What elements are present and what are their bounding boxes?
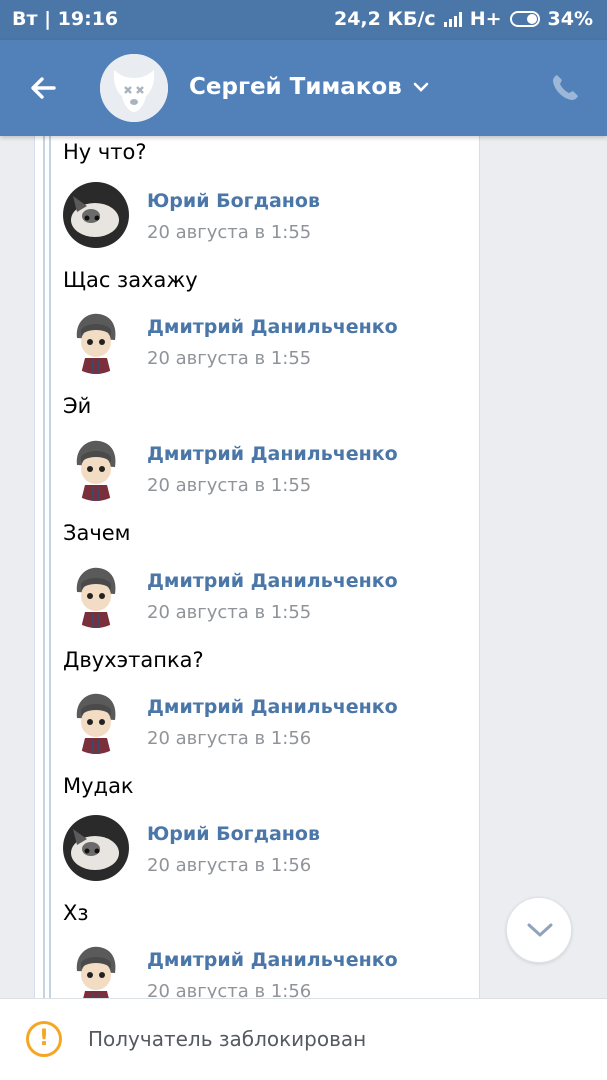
message-date: 20 августа в 1:56 bbox=[147, 981, 312, 998]
message-text: Хз bbox=[63, 901, 89, 925]
message-text: Ну что? bbox=[63, 140, 147, 164]
message-date: 20 августа в 1:55 bbox=[147, 222, 312, 243]
author-name[interactable]: Дмитрий Данильченко bbox=[147, 443, 398, 465]
message-author-row[interactable]: Дмитрий Данильченко 20 августа в 1:55 bbox=[63, 562, 443, 632]
chat-title: Сергей Тимаков bbox=[189, 74, 402, 100]
message-author-row[interactable]: Дмитрий Данильченко 20 августа в 1:56 bbox=[63, 941, 443, 998]
author-name[interactable]: Юрий Богданов bbox=[147, 823, 320, 845]
blocked-bar: ! Получатель заблокирован bbox=[0, 998, 607, 1080]
status-bar: Вт | 19:16 24,2 КБ/с H+ 34% bbox=[0, 0, 607, 40]
author-avatar-anime[interactable] bbox=[63, 308, 129, 374]
chat-title-group[interactable]: Сергей Тимаков bbox=[189, 74, 430, 100]
message-author-row[interactable]: Дмитрий Данильченко 20 августа в 1:55 bbox=[63, 435, 443, 505]
author-avatar-anime[interactable] bbox=[63, 688, 129, 754]
message-text: Щас захажу bbox=[63, 268, 198, 292]
author-avatar-anime[interactable] bbox=[63, 941, 129, 998]
chat-header: Сергей Тимаков bbox=[0, 40, 607, 136]
chevron-down-icon bbox=[527, 923, 553, 937]
message-text: Мудак bbox=[63, 774, 134, 798]
author-name[interactable]: Дмитрий Данильченко bbox=[147, 949, 398, 971]
message-author-row[interactable]: Дмитрий Данильченко 20 августа в 1:55 bbox=[63, 308, 443, 378]
signal-icon bbox=[443, 11, 462, 27]
dog-icon bbox=[100, 54, 168, 122]
scroll-down-button[interactable] bbox=[506, 897, 572, 963]
author-name[interactable]: Дмитрий Данильченко bbox=[147, 696, 398, 718]
author-avatar-anime[interactable] bbox=[63, 562, 129, 628]
chat-avatar[interactable] bbox=[100, 54, 168, 122]
warning-icon: ! bbox=[26, 1021, 62, 1057]
status-time: Вт | 19:16 bbox=[12, 8, 119, 30]
message-author-row[interactable]: Юрий Богданов 20 августа в 1:55 bbox=[63, 182, 443, 252]
network-type: H+ bbox=[469, 8, 502, 30]
status-right: 24,2 КБ/с H+ 34% bbox=[334, 8, 593, 30]
author-avatar-anime[interactable] bbox=[63, 435, 129, 501]
message-text: Зачем bbox=[63, 521, 131, 545]
message-date: 20 августа в 1:56 bbox=[147, 855, 312, 876]
author-name[interactable]: Дмитрий Данильченко bbox=[147, 570, 398, 592]
message-date: 20 августа в 1:55 bbox=[147, 475, 312, 496]
message-date: 20 августа в 1:55 bbox=[147, 348, 312, 369]
author-avatar-husky[interactable] bbox=[63, 182, 129, 248]
blocked-label: Получатель заблокирован bbox=[88, 1027, 367, 1051]
battery-icon bbox=[509, 11, 540, 27]
network-speed: 24,2 КБ/с bbox=[333, 8, 436, 30]
message-text: Двухэтапка? bbox=[63, 648, 204, 672]
forward-indicator-bar bbox=[49, 136, 51, 998]
message-feed[interactable]: Ну что? Юрий Богданов 20 августа в 1:55 … bbox=[0, 136, 607, 998]
message-text: Эй bbox=[63, 394, 92, 418]
message-author-row[interactable]: Дмитрий Данильченко 20 августа в 1:56 bbox=[63, 688, 443, 758]
author-name[interactable]: Юрий Богданов bbox=[147, 190, 320, 212]
phone-icon[interactable] bbox=[547, 70, 583, 106]
chevron-down-icon bbox=[413, 82, 429, 92]
author-avatar-husky[interactable] bbox=[63, 815, 129, 881]
message-author-row[interactable]: Юрий Богданов 20 августа в 1:56 bbox=[63, 815, 443, 885]
battery-percent: 34% bbox=[547, 8, 593, 30]
message-date: 20 августа в 1:55 bbox=[147, 602, 312, 623]
author-name[interactable]: Дмитрий Данильченко bbox=[147, 316, 398, 338]
back-arrow-icon[interactable] bbox=[24, 68, 72, 108]
message-date: 20 августа в 1:56 bbox=[147, 728, 312, 749]
forward-indicator-bar bbox=[43, 136, 45, 998]
